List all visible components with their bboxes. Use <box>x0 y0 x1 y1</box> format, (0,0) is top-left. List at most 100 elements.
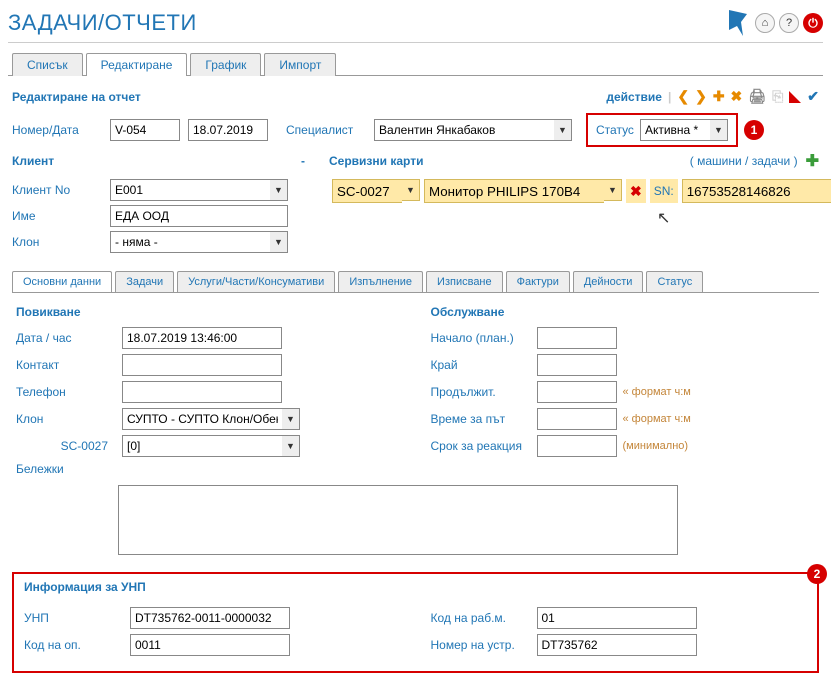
branch-select[interactable] <box>110 231 270 253</box>
contact-label: Контакт <box>16 358 116 372</box>
reaction-hint: (минимално) <box>623 440 689 452</box>
status-select[interactable] <box>640 119 710 141</box>
svc-code-input[interactable] <box>332 179 402 203</box>
client-no-label: Клиент No <box>12 183 102 197</box>
sc-ref-dropdown-icon[interactable]: ▼ <box>282 435 300 457</box>
client-heading: Клиент <box>12 154 102 168</box>
start-input[interactable] <box>537 327 617 349</box>
notes-label: Бележки <box>16 462 116 476</box>
subtab-main-data[interactable]: Основни данни <box>12 271 112 292</box>
work-code-label: Код на раб.м. <box>431 611 531 625</box>
status-box: Статус ▼ <box>586 113 738 147</box>
home-button[interactable]: ⌂ <box>755 13 775 33</box>
remove-service-card-icon[interactable]: ✖ <box>626 179 646 203</box>
tab-edit[interactable]: Редактиране <box>86 53 188 76</box>
subtab-invoices[interactable]: Фактури <box>506 271 570 292</box>
add-service-card-icon[interactable]: ✚ <box>806 151 819 171</box>
reaction-label: Срок за реакция <box>431 439 531 453</box>
date-input[interactable] <box>188 119 268 141</box>
separator: | <box>668 90 671 104</box>
duration-input[interactable] <box>537 381 617 403</box>
phone-label: Телефон <box>16 385 116 399</box>
tab-import[interactable]: Импорт <box>264 53 336 76</box>
datetime-label: Дата / час <box>16 331 116 345</box>
toolbar: действие | ❮ ❯ ✚ ✖ 🖨 ⎘ ✔ <box>606 88 819 105</box>
badge-2: 2 <box>807 564 827 584</box>
call-branch-dropdown-icon[interactable]: ▼ <box>282 408 300 430</box>
machines-tasks-link[interactable]: ( машини / задачи ) <box>690 154 798 168</box>
op-code-label: Код на оп. <box>24 638 124 652</box>
help-button[interactable]: ? <box>779 13 799 33</box>
client-dash: - <box>110 154 305 168</box>
copy-icon[interactable]: ⎘ <box>772 88 783 105</box>
travel-label: Време за път <box>431 412 531 426</box>
page-title: ЗАДАЧИ/ОТЧЕТИ <box>8 10 197 36</box>
contact-input[interactable] <box>122 354 282 376</box>
sn-label: SN: <box>650 179 678 203</box>
end-label: Край <box>431 358 531 372</box>
travel-input[interactable] <box>537 408 617 430</box>
subtab-tasks[interactable]: Задачи <box>115 271 174 292</box>
branch-dropdown-icon[interactable]: ▼ <box>270 231 288 253</box>
reaction-input[interactable] <box>537 435 617 457</box>
status-label: Статус <box>596 123 634 137</box>
phone-input[interactable] <box>122 381 282 403</box>
print-icon[interactable]: 🖨 <box>748 88 766 105</box>
section-title: Редактиране на отчет <box>12 90 141 104</box>
subtab-status[interactable]: Статус <box>646 271 703 292</box>
confirm-icon[interactable]: ✔ <box>807 88 819 105</box>
unp-title: Информация за УНП <box>24 580 807 594</box>
client-no-dropdown-icon[interactable]: ▼ <box>270 179 288 201</box>
svc-code-dropdown-icon[interactable]: ▼ <box>402 179 420 201</box>
dev-no-input[interactable] <box>537 634 697 656</box>
svc-item-select[interactable] <box>424 179 604 203</box>
end-input[interactable] <box>537 354 617 376</box>
name-input[interactable] <box>110 205 288 227</box>
call-group-title: Повикване <box>16 305 401 319</box>
travel-hint: « формат ч:м <box>623 413 691 425</box>
flag-icon[interactable] <box>789 91 801 103</box>
op-code-input[interactable] <box>130 634 290 656</box>
power-button[interactable]: ⏻ <box>803 13 823 33</box>
call-branch-label: Клон <box>16 412 116 426</box>
specialist-dropdown-icon[interactable]: ▼ <box>554 119 572 141</box>
duration-hint: « формат ч:м <box>623 386 691 398</box>
subtabs: Основни данни Задачи Услуги/Части/Консум… <box>12 271 819 292</box>
number-date-label: Номер/Дата <box>12 123 102 137</box>
sn-input[interactable] <box>682 179 831 203</box>
action-link[interactable]: действие <box>606 90 662 104</box>
datetime-input[interactable] <box>122 327 282 349</box>
unp-label: УНП <box>24 611 124 625</box>
unp-info-box: 2 Информация за УНП УНП Код на оп. Код н… <box>12 572 819 673</box>
next-icon[interactable]: ❯ <box>695 88 707 105</box>
service-group-title: Обслужване <box>431 305 816 319</box>
subtab-execution[interactable]: Изпълнение <box>338 271 423 292</box>
status-dropdown-icon[interactable]: ▼ <box>710 119 728 141</box>
specialist-select[interactable] <box>374 119 554 141</box>
subtab-issuing[interactable]: Изписване <box>426 271 503 292</box>
name-label: Име <box>12 209 102 223</box>
prev-icon[interactable]: ❮ <box>677 88 689 105</box>
subtab-services[interactable]: Услуги/Части/Консумативи <box>177 271 335 292</box>
tab-list[interactable]: Списък <box>12 53 83 76</box>
branch-label: Клон <box>12 235 102 249</box>
app-logo <box>727 8 751 38</box>
call-branch-select[interactable] <box>122 408 282 430</box>
svc-item-dropdown-icon[interactable]: ▼ <box>604 179 622 201</box>
duration-label: Продължит. <box>431 385 531 399</box>
specialist-label: Специалист <box>286 123 366 137</box>
start-label: Начало (план.) <box>431 331 531 345</box>
tab-schedule[interactable]: График <box>190 53 261 76</box>
add-icon[interactable]: ✚ <box>713 88 725 105</box>
sc-ref-label: SC-0027 <box>16 439 116 453</box>
badge-1: 1 <box>744 120 764 140</box>
top-tabs: Списък Редактиране График Импорт <box>12 53 823 76</box>
number-input[interactable] <box>110 119 180 141</box>
client-no-input[interactable] <box>110 179 270 201</box>
delete-icon[interactable]: ✖ <box>731 88 743 105</box>
subtab-activities[interactable]: Дейности <box>573 271 644 292</box>
sc-ref-select[interactable] <box>122 435 282 457</box>
notes-textarea[interactable] <box>118 485 678 555</box>
work-code-input[interactable] <box>537 607 697 629</box>
unp-input[interactable] <box>130 607 290 629</box>
